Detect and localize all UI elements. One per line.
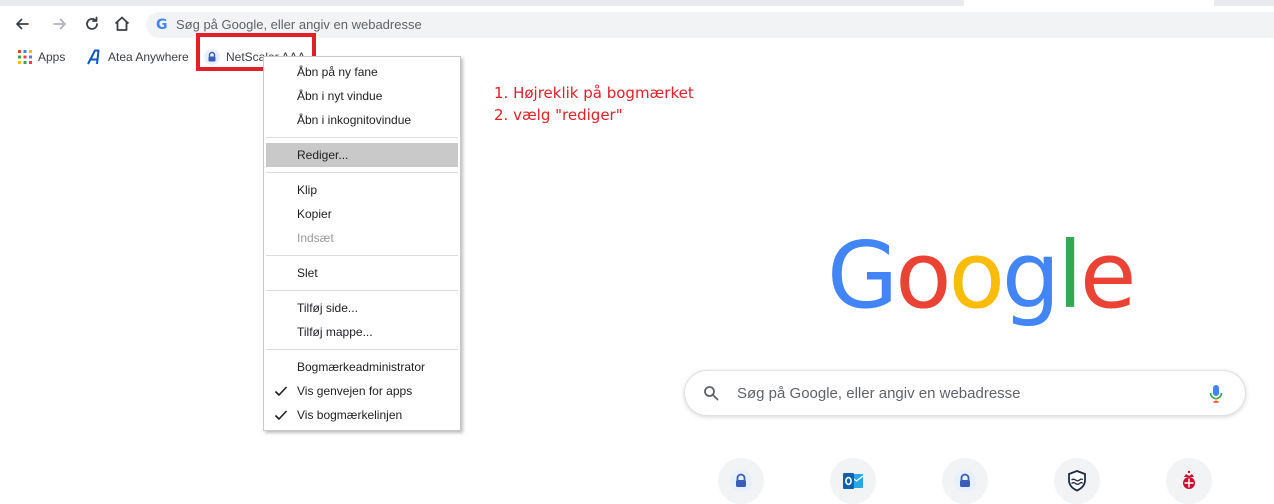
microphone-icon[interactable]	[1209, 384, 1223, 404]
outlook-icon	[843, 473, 864, 489]
lock-icon	[954, 470, 976, 492]
menu-separator	[266, 172, 458, 173]
menu-separator	[266, 290, 458, 291]
menu-separator	[266, 349, 458, 350]
bookmark-apps-label: Apps	[38, 50, 66, 64]
menu-item-show-apps-shortcut[interactable]: Vis genvejen for apps	[264, 379, 460, 403]
logo-letter: G	[827, 222, 898, 329]
logo-letter: l	[1057, 222, 1083, 329]
bookmark-atea-anywhere[interactable]: Atea Anywhere	[86, 47, 189, 67]
menu-item-show-bookmarks-bar[interactable]: Vis bogmærkelinjen	[264, 403, 460, 427]
annotation-step-2: 2. vælg "rediger"	[494, 106, 623, 124]
menu-item-add-page[interactable]: Tilføj side...	[264, 296, 460, 320]
reload-button[interactable]	[80, 12, 104, 36]
shortcut-tile[interactable]	[830, 458, 876, 504]
menu-item-open-incognito[interactable]: Åbn i inkognitovindue	[264, 108, 460, 132]
home-button[interactable]	[110, 12, 134, 36]
menu-item-label: Åbn på ny fane	[297, 65, 378, 79]
menu-item-label: Slet	[297, 266, 318, 280]
menu-separator	[266, 255, 458, 256]
shield-waves-icon	[1068, 470, 1086, 492]
menu-separator	[266, 137, 458, 138]
menu-item-label: Kopier	[297, 207, 332, 221]
menu-item-delete[interactable]: Slet	[264, 261, 460, 285]
back-button[interactable]	[10, 12, 34, 36]
atea-logo-icon	[87, 49, 100, 65]
back-arrow-icon	[16, 18, 29, 30]
menu-item-open-new-tab[interactable]: Åbn på ny fane	[264, 60, 460, 84]
google-logo: Google	[827, 222, 1137, 329]
menu-item-label: Bogmærkeadministrator	[297, 360, 426, 374]
menu-item-open-new-window[interactable]: Åbn i nyt vindue	[264, 84, 460, 108]
shortcut-tile[interactable]	[1166, 458, 1212, 504]
menu-item-cut[interactable]: Klip	[264, 178, 460, 202]
shortcut-tile[interactable]	[942, 458, 988, 504]
google-search-box[interactable]: Søg på Google, eller angiv en webadresse	[684, 370, 1246, 416]
annotation-step-1: 1. Højreklik på bogmærket	[494, 84, 694, 102]
menu-item-label: Åbn i nyt vindue	[297, 89, 383, 103]
tab-strip-edge	[0, 0, 964, 6]
menu-item-add-folder[interactable]: Tilføj mappe...	[264, 320, 460, 344]
search-placeholder: Søg på Google, eller angiv en webadresse	[737, 385, 1021, 402]
apps-grid-icon	[18, 50, 32, 64]
browser-toolbar: G Søg på Google, eller angiv en webadres…	[0, 0, 1274, 44]
logo-letter: o	[895, 222, 951, 329]
logo-letter: o	[948, 222, 1005, 329]
menu-item-paste: Indsæt	[264, 226, 460, 250]
bookmark-atea-label: Atea Anywhere	[108, 50, 189, 64]
lock-icon	[730, 470, 752, 492]
shortcut-tile[interactable]	[1054, 458, 1100, 504]
checkmark-icon	[274, 410, 288, 421]
menu-item-label: Tilføj mappe...	[297, 325, 373, 339]
menu-item-label: Vis genvejen for apps	[297, 384, 413, 398]
menu-item-label: Indsæt	[297, 231, 334, 245]
logo-letter: g	[1001, 222, 1060, 329]
menu-item-label: Åbn i inkognitovindue	[297, 113, 412, 127]
checkmark-icon	[274, 386, 288, 397]
menu-item-bookmark-manager[interactable]: Bogmærkeadministrator	[264, 355, 460, 379]
address-bar-placeholder: Søg på Google, eller angiv en webadresse	[176, 17, 422, 32]
forward-arrow-icon	[53, 18, 66, 30]
home-icon	[114, 16, 130, 31]
shortcut-tile[interactable]	[718, 458, 764, 504]
tab-strip-edge-right	[1214, 0, 1274, 6]
logo-letter: e	[1079, 222, 1137, 329]
menu-item-edit[interactable]: Rediger...	[266, 143, 458, 167]
svg-text:G: G	[156, 17, 168, 32]
menu-item-label: Vis bogmærkelinjen	[297, 408, 403, 422]
royal-crest-icon	[1183, 470, 1195, 489]
bookmark-apps[interactable]: Apps	[18, 47, 65, 67]
search-icon	[704, 386, 719, 401]
reload-icon	[86, 16, 98, 30]
menu-item-copy[interactable]: Kopier	[264, 202, 460, 226]
forward-button[interactable]	[48, 12, 72, 36]
bookmarks-bar: Apps Atea Anywhere NetScaler AAA	[0, 44, 1274, 70]
bookmark-context-menu: Åbn på ny fane Åbn i nyt vindue Åbn i in…	[263, 56, 461, 431]
menu-item-label: Tilføj side...	[297, 301, 358, 315]
menu-item-label: Klip	[297, 183, 318, 197]
menu-item-label: Rediger...	[297, 148, 349, 162]
google-g-icon: G	[156, 16, 170, 36]
